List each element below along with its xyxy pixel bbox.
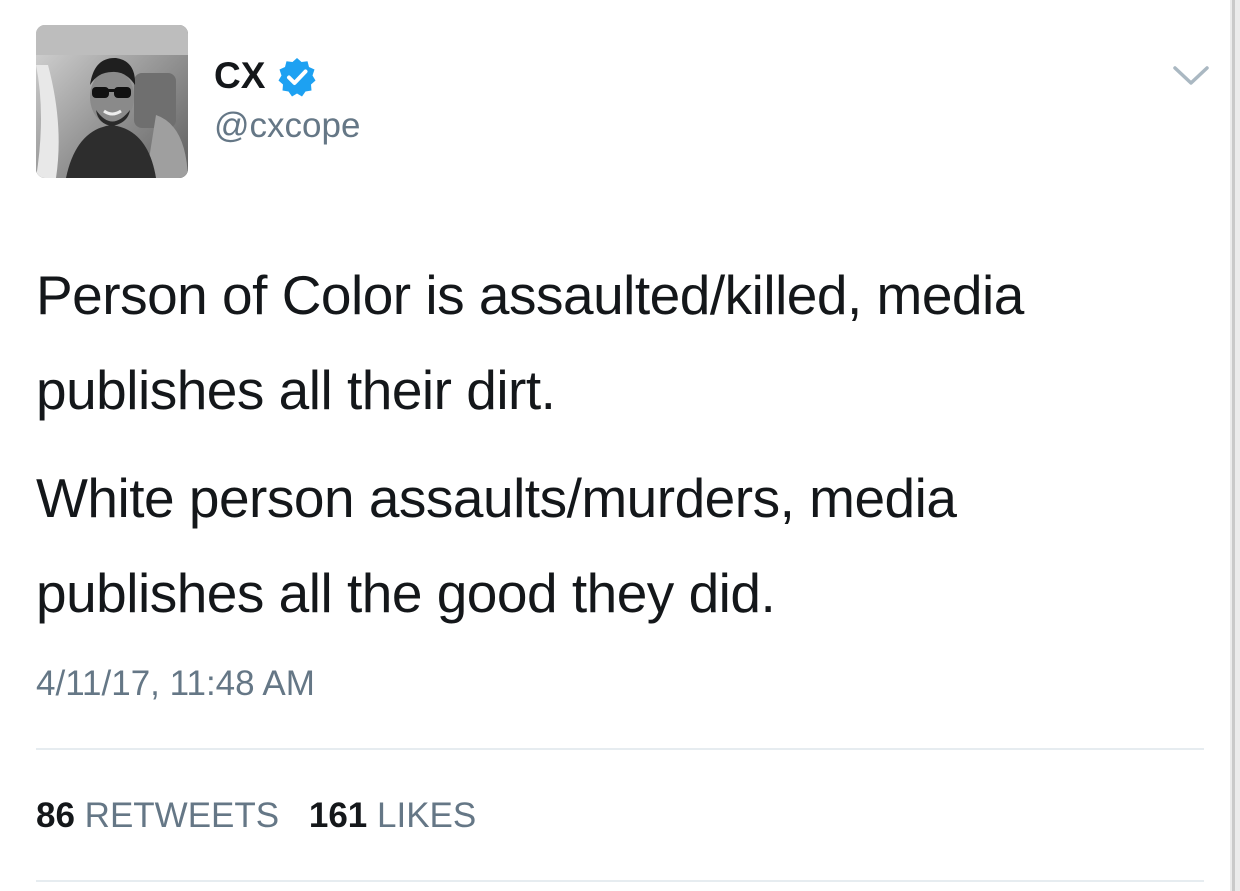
likes-label: LIKES bbox=[377, 796, 477, 835]
display-name[interactable]: CX bbox=[214, 54, 265, 98]
retweets-label: RETWEETS bbox=[84, 796, 280, 835]
divider bbox=[36, 748, 1204, 750]
tweet-timestamp[interactable]: 4/11/17, 11:48 AM bbox=[36, 660, 315, 708]
divider bbox=[36, 880, 1204, 882]
likes-count: 161 bbox=[308, 796, 368, 835]
tweet-stats: 86 RETWEETS 161 LIKES bbox=[36, 792, 496, 840]
tweet-text: Person of Color is assaulted/killed, med… bbox=[36, 248, 1186, 641]
user-handle[interactable]: @cxcope bbox=[214, 104, 360, 148]
verified-badge-icon bbox=[278, 58, 316, 97]
likes-stat[interactable]: 161 LIKES bbox=[309, 792, 476, 840]
retweets-count: 86 bbox=[36, 796, 75, 835]
avatar[interactable] bbox=[36, 25, 188, 178]
chevron-down-icon[interactable] bbox=[1171, 62, 1211, 90]
retweets-stat[interactable]: 86 RETWEETS bbox=[36, 792, 279, 840]
tweet-paragraph: Person of Color is assaulted/killed, med… bbox=[36, 264, 1024, 421]
scrollbar-edge bbox=[1230, 0, 1240, 891]
profile-photo bbox=[36, 25, 188, 178]
tweet-paragraph: White person assaults/murders, media pub… bbox=[36, 467, 957, 624]
